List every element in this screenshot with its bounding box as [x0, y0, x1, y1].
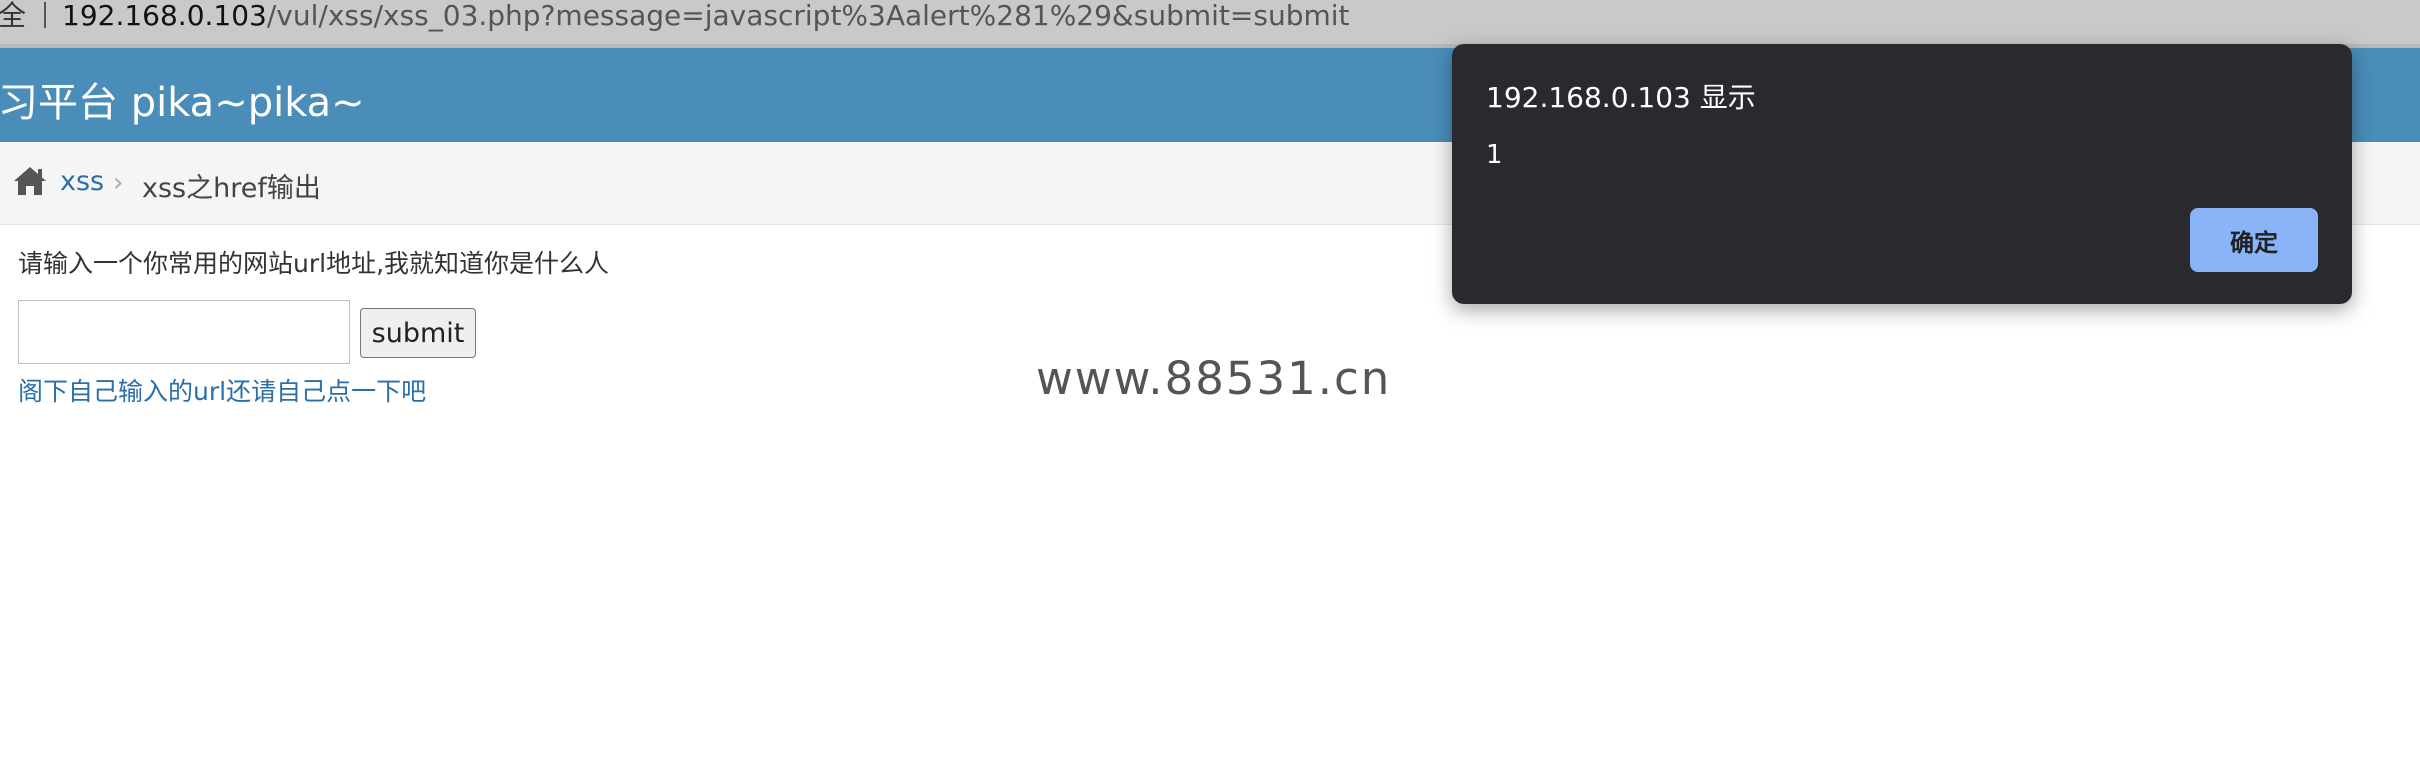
- breadcrumb-link-xss[interactable]: xss: [60, 166, 104, 197]
- address-bar-prefix: 全: [0, 0, 27, 32]
- watermark: www.88531.cn: [1036, 352, 1392, 405]
- address-host: 192.168.0.103: [62, 0, 267, 32]
- browser-page: 全 192.168.0.103/vul/xss/xss_03.php?messa…: [0, 0, 2420, 770]
- address-url[interactable]: 192.168.0.103/vul/xss/xss_03.php?message…: [62, 0, 1350, 32]
- alert-dialog: 192.168.0.103 显示 1 确定: [1452, 44, 2352, 304]
- url-prompt: 请输入一个你常用的网站url地址,我就知道你是什么人: [18, 249, 610, 278]
- address-bar[interactable]: 全 192.168.0.103/vul/xss/xss_03.php?messa…: [0, 0, 2420, 48]
- breadcrumb-current: xss之href输出: [142, 173, 321, 204]
- result-link[interactable]: 阁下自己输入的url还请自己点一下吧: [18, 372, 426, 408]
- ok-button[interactable]: 确定: [2190, 208, 2318, 272]
- address-bar-divider: [44, 2, 46, 28]
- chevron-right-icon: ›: [113, 168, 124, 198]
- dialog-title: 192.168.0.103 显示: [1486, 81, 1756, 114]
- url-input[interactable]: [18, 300, 350, 364]
- site-title: 习平台 pika~pika~: [0, 80, 365, 126]
- dialog-message: 1: [1486, 140, 1503, 170]
- submit-button[interactable]: submit: [360, 308, 476, 358]
- home-icon[interactable]: [12, 164, 48, 198]
- address-path: /vul/xss/xss_03.php?message=javascript%3…: [266, 0, 1350, 32]
